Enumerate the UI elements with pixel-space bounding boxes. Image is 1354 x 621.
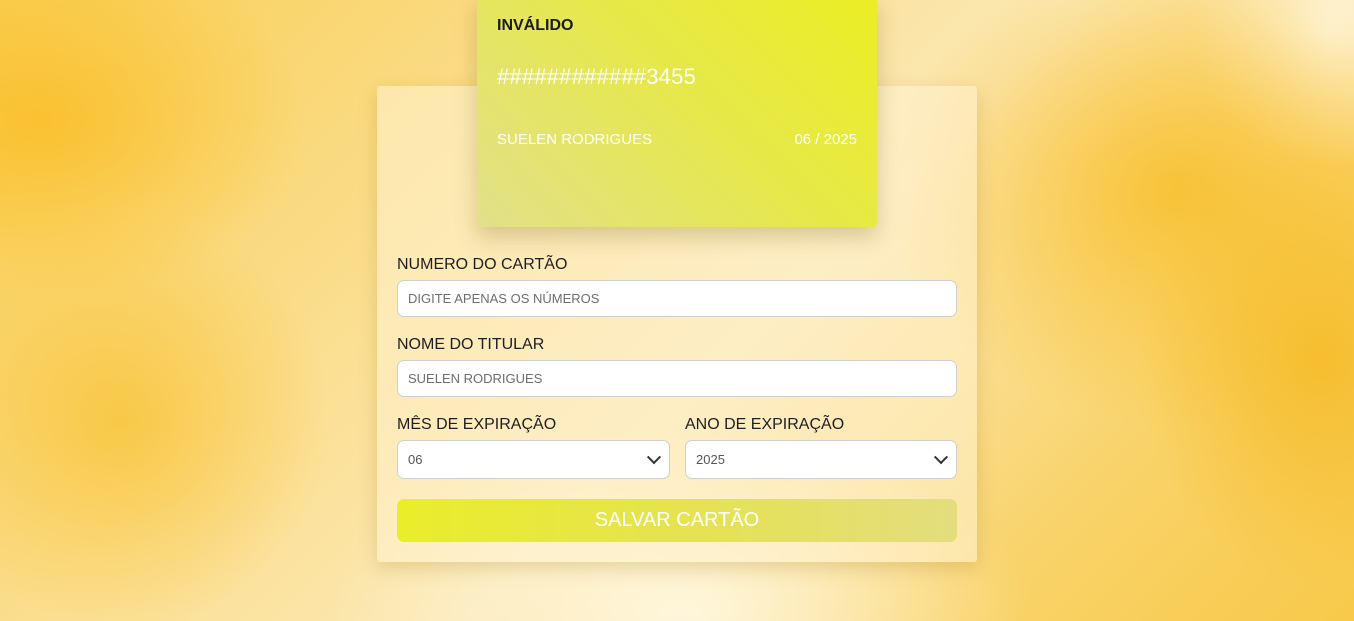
expiry-month-value: 06 (408, 452, 423, 467)
expiry-year-value: 2025 (696, 452, 725, 467)
chevron-down-icon (646, 449, 662, 464)
expiry-month-select[interactable]: 06 (397, 440, 670, 479)
credit-card-preview: INVÁLIDO ############3455 SUELEN RODRIGU… (477, 0, 877, 227)
card-holder-display: SUELEN RODRIGUES (497, 131, 653, 148)
card-status: INVÁLIDO (497, 17, 574, 34)
expiry-year-label: ANO DE EXPIRAÇÃO (685, 416, 845, 433)
card-expiry-display: 06 / 2025 (794, 131, 857, 148)
card-number-input[interactable] (397, 280, 957, 317)
expiry-month-label: MÊS DE EXPIRAÇÃO (397, 416, 557, 433)
holder-name-label: NOME DO TITULAR (397, 336, 545, 353)
holder-name-input[interactable] (397, 360, 957, 397)
save-card-button[interactable]: SALVAR CARTÃO (397, 499, 957, 542)
chevron-down-icon (933, 449, 949, 464)
card-number-label: NUMERO DO CARTÃO (397, 256, 568, 273)
card-number-display: ############3455 (497, 64, 696, 89)
expiry-year-select[interactable]: 2025 (685, 440, 957, 479)
